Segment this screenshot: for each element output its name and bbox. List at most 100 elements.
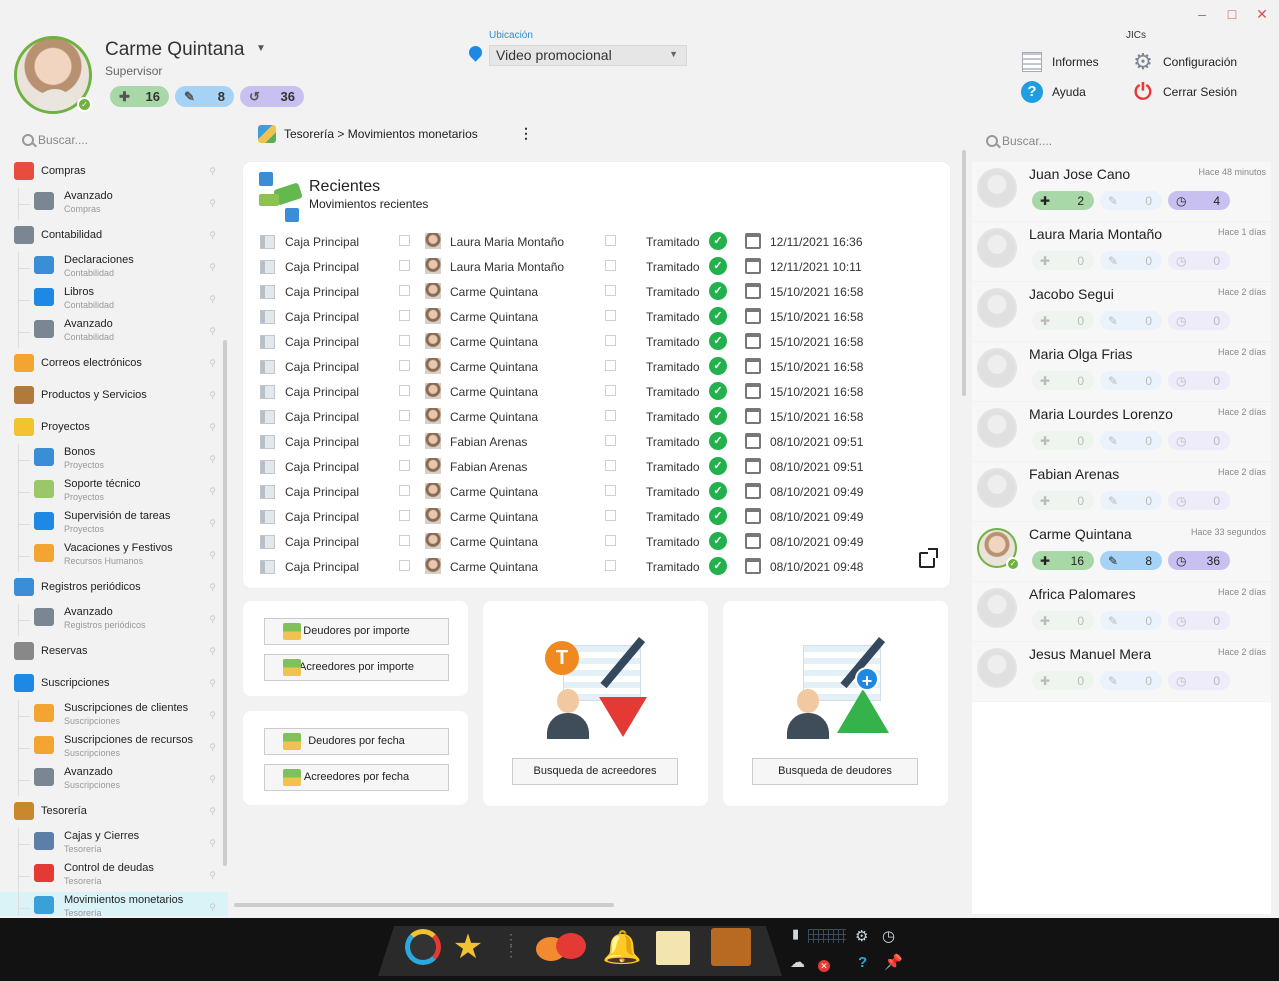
- open-link-icon[interactable]: [605, 235, 616, 246]
- sidebar-item[interactable]: Tesorería ⚲: [0, 796, 228, 828]
- row-user[interactable]: Carme Quintana: [450, 385, 538, 399]
- pin-icon[interactable]: ⚲: [209, 614, 216, 625]
- row-user[interactable]: Carme Quintana: [450, 510, 538, 524]
- wallet-icon[interactable]: [711, 928, 751, 966]
- ayuda-button[interactable]: ? Ayuda: [1020, 80, 1086, 104]
- open-link-icon[interactable]: [605, 360, 616, 371]
- pin-icon[interactable]: ⚲: [209, 422, 216, 433]
- more-options-icon[interactable]: ⋮: [518, 125, 534, 142]
- created-badge[interactable]: ✚ 0: [1032, 371, 1094, 390]
- pin-icon[interactable]: ⚲: [209, 774, 216, 785]
- chat-icon[interactable]: [536, 929, 590, 965]
- edited-badge[interactable]: ✎ 8: [1100, 551, 1162, 570]
- open-link-icon[interactable]: [605, 485, 616, 496]
- row-user[interactable]: Laura Maria Montaño: [450, 235, 564, 249]
- pin-icon[interactable]: ⚲: [209, 294, 216, 305]
- table-row[interactable]: Caja Principal Carme Quintana Tramitado ✓ 08…: [243, 480, 950, 505]
- configuracion-button[interactable]: ⚙ Configuración: [1131, 49, 1237, 74]
- history-badge[interactable]: ◷ 36: [1168, 551, 1230, 570]
- table-row[interactable]: Caja Principal Laura Maria Montaño Tramita…: [243, 255, 950, 280]
- table-row[interactable]: Caja Principal Carme Quintana Tramitado ✓ 15…: [243, 405, 950, 430]
- row-name[interactable]: Caja Principal: [285, 435, 359, 449]
- edited-badge[interactable]: ✎ 0: [1100, 671, 1162, 690]
- pin-icon[interactable]: ⚲: [209, 358, 216, 369]
- open-link-icon[interactable]: [399, 485, 410, 496]
- row-user[interactable]: Laura Maria Montaño: [450, 260, 564, 274]
- row-user[interactable]: Carme Quintana: [450, 310, 538, 324]
- edited-badge[interactable]: ✎ 0: [1100, 311, 1162, 330]
- user-list-item[interactable]: Maria Olga Frias Hace 2 días ✚ 0 ✎ 0 ◷ 0: [972, 342, 1271, 402]
- favorites-icon[interactable]: ★: [450, 929, 486, 965]
- edited-badge[interactable]: ✎ 0: [1100, 191, 1162, 210]
- sidebar-item[interactable]: Declaraciones Contabilidad ⚲: [0, 252, 228, 284]
- table-row[interactable]: Caja Principal Fabian Arenas Tramitado ✓ 08/…: [243, 455, 950, 480]
- location-select[interactable]: Video promocional ▼: [489, 45, 687, 66]
- open-link-icon[interactable]: [399, 310, 410, 321]
- row-name[interactable]: Caja Principal: [285, 360, 359, 374]
- user-name[interactable]: Carme Quintana: [105, 39, 244, 61]
- sidebar-item[interactable]: Contabilidad ⚲: [0, 220, 228, 252]
- notifications-icon[interactable]: 🔔: [602, 929, 642, 965]
- pin-icon[interactable]: ⚲: [209, 646, 216, 657]
- row-user[interactable]: Carme Quintana: [450, 560, 538, 574]
- created-badge[interactable]: ✚ 0: [1032, 491, 1094, 510]
- row-user[interactable]: Carme Quintana: [450, 360, 538, 374]
- pin-icon[interactable]: ⚲: [209, 806, 216, 817]
- breadcrumb-text[interactable]: Tesorería > Movimientos monetarios: [284, 127, 478, 141]
- history-badge[interactable]: ◷ 0: [1168, 251, 1230, 270]
- pin-icon[interactable]: ⚲: [209, 230, 216, 241]
- open-link-icon[interactable]: [605, 260, 616, 271]
- launcher-icon[interactable]: [405, 929, 441, 965]
- open-external-icon[interactable]: [919, 548, 938, 568]
- open-link-icon[interactable]: [399, 385, 410, 396]
- sidebar-item[interactable]: Movimientos monetarios Tesorería ⚲: [0, 892, 228, 916]
- sidebar-item[interactable]: Libros Contabilidad ⚲: [0, 284, 228, 316]
- edited-badge[interactable]: ✎ 0: [1100, 611, 1162, 630]
- pin-icon[interactable]: ⚲: [209, 710, 216, 721]
- row-name[interactable]: Caja Principal: [285, 235, 359, 249]
- open-link-icon[interactable]: [605, 435, 616, 446]
- row-name[interactable]: Caja Principal: [285, 385, 359, 399]
- pin-icon[interactable]: ⚲: [209, 742, 216, 753]
- open-link-icon[interactable]: [605, 285, 616, 296]
- table-row[interactable]: Caja Principal Carme Quintana Tramitado ✓ 08…: [243, 505, 950, 530]
- table-row[interactable]: Caja Principal Carme Quintana Tramitado ✓ 15…: [243, 305, 950, 330]
- sidebar-item[interactable]: Productos y Servicios ⚲: [0, 380, 228, 412]
- user-list-item[interactable]: Laura Maria Montaño Hace 1 días ✚ 0 ✎ 0 ◷ 0: [972, 222, 1271, 282]
- minimize-button[interactable]: –: [1195, 6, 1209, 23]
- row-user[interactable]: Carme Quintana: [450, 535, 538, 549]
- table-row[interactable]: Caja Principal Carme Quintana Tramitado ✓ 15…: [243, 355, 950, 380]
- open-link-icon[interactable]: [605, 535, 616, 546]
- open-link-icon[interactable]: [605, 460, 616, 471]
- pin-icon[interactable]: 📌: [884, 953, 903, 971]
- calendar-grid-icon[interactable]: [808, 929, 846, 943]
- row-name[interactable]: Caja Principal: [285, 535, 359, 549]
- cloud-icon[interactable]: ☁: [790, 953, 805, 971]
- user-list-item[interactable]: Fabian Arenas Hace 2 días ✚ 0 ✎ 0 ◷ 0: [972, 462, 1271, 522]
- user-list-item[interactable]: Jacobo Segui Hace 2 días ✚ 0 ✎ 0 ◷ 0: [972, 282, 1271, 342]
- row-name[interactable]: Caja Principal: [285, 485, 359, 499]
- help-icon[interactable]: ?: [858, 954, 867, 971]
- created-badge[interactable]: ✚ 0: [1032, 671, 1094, 690]
- pin-icon[interactable]: ⚲: [209, 870, 216, 881]
- pin-icon[interactable]: ⚲: [209, 454, 216, 465]
- sidebar-item[interactable]: Supervisión de tareas Proyectos ⚲: [0, 508, 228, 540]
- sidebar-item[interactable]: Bonos Proyectos ⚲: [0, 444, 228, 476]
- close-button[interactable]: ✕: [1255, 6, 1269, 23]
- history-badge[interactable]: ↺ 36: [240, 86, 304, 107]
- table-row[interactable]: Caja Principal Carme Quintana Tramitado ✓ 15…: [243, 280, 950, 305]
- main-vertical-scrollbar[interactable]: [962, 150, 966, 396]
- table-row[interactable]: Caja Principal Carme Quintana Tramitado ✓ 08…: [243, 555, 950, 580]
- sidebar-item[interactable]: Cajas y Cierres Tesorería ⚲: [0, 828, 228, 860]
- row-name[interactable]: Caja Principal: [285, 285, 359, 299]
- edited-badge[interactable]: ✎ 0: [1100, 491, 1162, 510]
- busqueda-acreedores-button[interactable]: Busqueda de acreedores: [512, 758, 678, 785]
- pin-icon[interactable]: ⚲: [209, 390, 216, 401]
- table-row[interactable]: Caja Principal Carme Quintana Tramitado ✓ 15…: [243, 330, 950, 355]
- created-badge[interactable]: ✚ 16: [110, 86, 169, 107]
- row-user[interactable]: Carme Quintana: [450, 335, 538, 349]
- open-link-icon[interactable]: [399, 460, 410, 471]
- sidebar-search[interactable]: Buscar....: [22, 133, 88, 147]
- row-user[interactable]: Fabian Arenas: [450, 460, 527, 474]
- history-badge[interactable]: ◷ 0: [1168, 431, 1230, 450]
